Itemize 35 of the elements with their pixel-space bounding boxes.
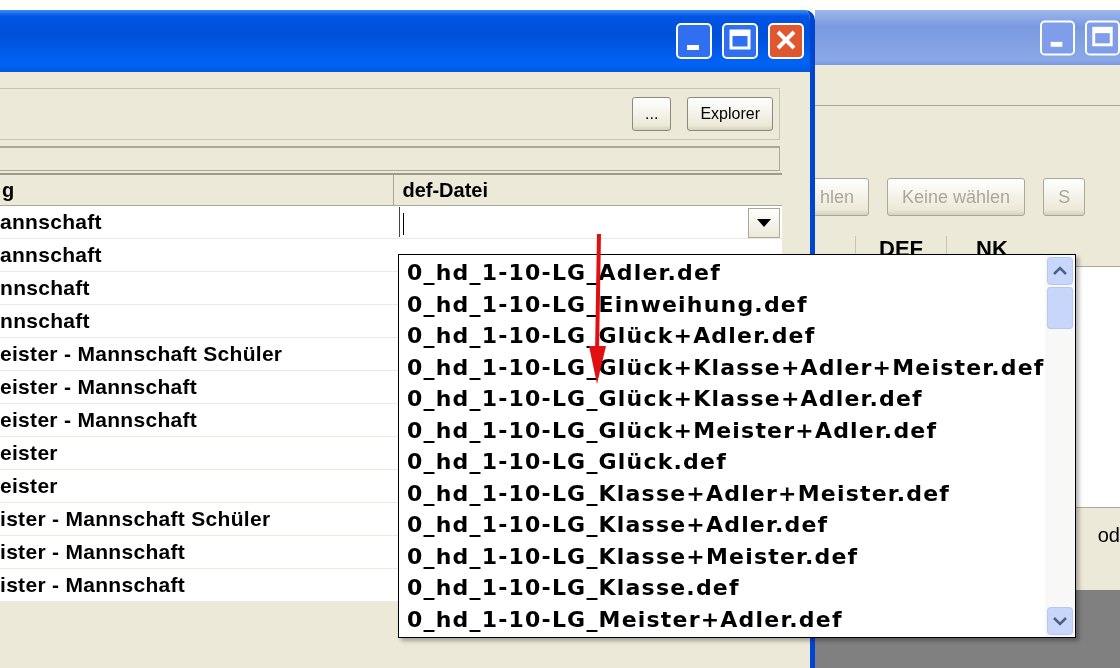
dropdown-item[interactable]: 0_hd_1-10-LG_Klasse.def: [399, 572, 1045, 604]
dropdown-item[interactable]: 0_hd_1-10-LG_Klasse+Adler.def: [399, 509, 1045, 541]
table-cell-text: nnschaft: [0, 308, 91, 334]
toolbar-button[interactable]: ...: [632, 97, 672, 131]
minimize-icon[interactable]: [1040, 19, 1075, 56]
table-cell-text: eister - Mannschaft Schüler: [0, 341, 284, 367]
dropdown-item[interactable]: 0_hd_1-10-LG_Klasse+Meister.def: [399, 540, 1045, 572]
scroll-down-icon[interactable]: [1046, 607, 1073, 635]
toolbar-button[interactable]: Explorer: [687, 97, 773, 131]
column-header[interactable]: g: [0, 175, 395, 205]
table-cell-text: eister: [0, 440, 59, 466]
dropdown-item[interactable]: 0_hd_1-10-LG_Glück+Meister+Adler.def: [399, 414, 1045, 446]
column-header[interactable]: def-Datei: [394, 175, 782, 205]
table-cell-text: eister: [0, 473, 59, 499]
dropdown-item[interactable]: 0_hd_1-10-LG_Glück+Klasse+Adler.def: [399, 383, 1045, 415]
minimize-icon[interactable]: [676, 23, 712, 59]
label-text: od: [1097, 523, 1120, 547]
maximize-icon[interactable]: [722, 23, 758, 59]
table-cell-text: annschaft: [0, 209, 103, 235]
table-cell-text: ister - Mannschaft: [0, 572, 187, 598]
scroll-up-icon[interactable]: [1046, 257, 1073, 285]
dropdown-arrow-icon[interactable]: [757, 219, 771, 227]
table-cell-text: ister - Mannschaft: [0, 539, 187, 565]
maximize-icon[interactable]: [1085, 19, 1120, 56]
close-icon[interactable]: [768, 23, 804, 59]
dropdown-item[interactable]: 0_hd_1-10-LG_Klasse+Adler+Meister.def: [399, 477, 1045, 509]
table-cell-text: nnschaft: [0, 275, 91, 301]
table-cell-text: eister - Mannschaft: [0, 407, 199, 433]
scroll-thumb[interactable]: [1046, 287, 1073, 329]
scrollbar[interactable]: [1044, 255, 1075, 637]
dropdown-item[interactable]: 0_hd_1-10-LG_Meister+Adler.def: [399, 603, 1045, 635]
table-cell-text: eister - Mannschaft: [0, 374, 199, 400]
table-cell-text: annschaft: [0, 242, 103, 268]
dropdown-item[interactable]: 0_hd_1-10-LG_Glück.def: [399, 446, 1045, 478]
table-cell-text: ister - Mannschaft Schüler: [0, 506, 272, 532]
